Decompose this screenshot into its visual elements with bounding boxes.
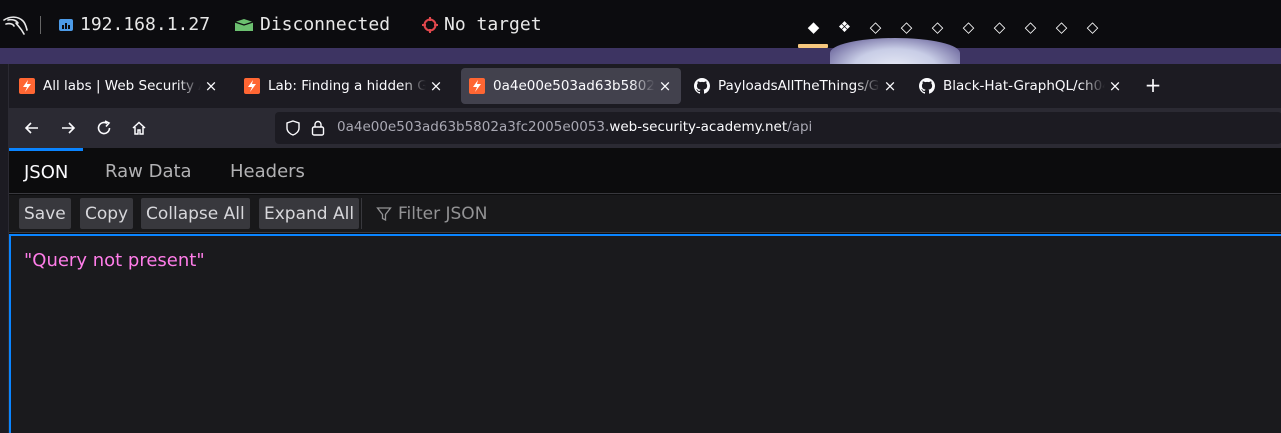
panel-separator <box>40 16 41 34</box>
github-icon <box>694 78 710 94</box>
tab-title: Black-Hat-GraphQL/ch04 <box>943 78 1105 94</box>
workspace-switcher: ◆ ❖ ◇ ◇ ◇ ◇ ◇ ◇ ◇ ◇ <box>798 12 1108 48</box>
tab-api-endpoint[interactable]: 0a4e00e503ad63b5802a3fc2005e0053 × <box>461 68 681 104</box>
github-icon <box>919 78 935 94</box>
tab-title: All labs | Web Security Academy <box>43 78 201 94</box>
top-panel: 192.168.1.27 Disconnected No target ◆ ❖ … <box>0 0 1281 48</box>
tab-title: Lab: Finding a hidden GraphQL endpoint <box>268 78 426 94</box>
tab-black-hat-graphql[interactable]: Black-Hat-GraphQL/ch04 × <box>911 68 1131 104</box>
expand-all-button[interactable]: Expand All <box>259 198 360 229</box>
close-icon[interactable]: × <box>657 77 673 95</box>
close-icon[interactable]: × <box>428 77 444 95</box>
kali-dragon-icon[interactable] <box>2 12 28 36</box>
copy-button[interactable]: Copy <box>80 198 134 229</box>
arrow-right-icon <box>62 122 76 134</box>
json-content: "Query not present" <box>9 234 1281 433</box>
home-icon <box>132 121 146 135</box>
close-icon[interactable]: × <box>882 77 898 95</box>
forward-button[interactable] <box>56 116 80 140</box>
url-subdomain: 0a4e00e503ad63b5802a3fc2005e0053. <box>337 119 610 135</box>
desktop-wallpaper <box>0 38 1281 68</box>
burp-icon <box>19 78 35 94</box>
tab-payloadsallthethings[interactable]: PayloadsAllTheThings/GraphQL Injection × <box>686 68 906 104</box>
tab-title: 0a4e00e503ad63b5802a3fc2005e0053 <box>493 78 655 94</box>
url-host: web-security-academy.net <box>609 119 788 135</box>
shield-icon[interactable] <box>285 120 301 136</box>
tab-strip: All labs | Web Security Academy × Lab: F… <box>9 64 1281 108</box>
browser-window: All labs | Web Security Academy × Lab: F… <box>8 64 1281 433</box>
home-button[interactable] <box>127 116 151 140</box>
network-icon <box>59 18 73 31</box>
reload-button[interactable] <box>92 116 116 140</box>
ip-widget[interactable]: 192.168.1.27 <box>58 14 210 35</box>
url-bar[interactable]: 0a4e00e503ad63b5802a3fc2005e0053.web-sec… <box>275 112 1281 155</box>
save-button[interactable]: Save <box>19 198 71 229</box>
workspace-8[interactable]: ◇ <box>1015 12 1046 42</box>
lock-icon[interactable] <box>311 120 325 136</box>
crosshair-icon <box>422 16 438 33</box>
target-status: No target <box>444 14 542 35</box>
filter-json-input[interactable]: Filter JSON <box>361 198 487 229</box>
collapse-all-button[interactable]: Collapse All <box>141 198 250 229</box>
close-icon[interactable]: × <box>1107 77 1123 95</box>
url-text[interactable]: 0a4e00e503ad63b5802a3fc2005e0053.web-sec… <box>337 119 812 135</box>
vpn-status: Disconnected <box>260 14 391 35</box>
tab-title: PayloadsAllTheThings/GraphQL Injection <box>718 78 880 94</box>
workspace-6[interactable]: ◇ <box>953 12 984 42</box>
vpn-widget[interactable]: Disconnected <box>234 14 390 35</box>
workspace-2[interactable]: ❖ <box>829 12 860 42</box>
back-button[interactable] <box>20 116 44 140</box>
workspace-10[interactable]: ◇ <box>1077 12 1108 42</box>
url-path: /api <box>787 119 813 135</box>
ip-address: 192.168.1.27 <box>80 14 211 35</box>
new-tab-button[interactable]: + <box>1141 74 1165 98</box>
json-viewer-tabs: JSON Raw Data Headers <box>9 148 1281 194</box>
tab-json[interactable]: JSON <box>9 148 84 194</box>
json-string-value[interactable]: "Query not present" <box>24 250 205 271</box>
navigation-bar: 0a4e00e503ad63b5802a3fc2005e0053.web-sec… <box>9 108 1281 155</box>
tab-lab-hidden-graphql[interactable]: Lab: Finding a hidden GraphQL endpoint × <box>236 68 452 104</box>
json-toolbar: Save Copy Collapse All Expand All Filter… <box>9 195 1281 233</box>
tab-raw-data[interactable]: Raw Data <box>90 148 207 194</box>
workspace-1[interactable]: ◆ <box>798 12 829 48</box>
burp-icon <box>469 78 485 94</box>
filter-icon <box>376 206 392 221</box>
json-viewer: JSON Raw Data Headers Save Copy Collapse… <box>9 148 1281 433</box>
reload-icon <box>97 120 111 135</box>
burp-icon <box>244 78 260 94</box>
filter-placeholder: Filter JSON <box>398 203 488 224</box>
workspace-7[interactable]: ◇ <box>984 12 1015 42</box>
tab-all-labs[interactable]: All labs | Web Security Academy × <box>11 68 227 104</box>
tab-headers[interactable]: Headers <box>215 148 320 194</box>
vpn-box-icon <box>234 18 254 31</box>
workspace-9[interactable]: ◇ <box>1046 12 1077 42</box>
arrow-left-icon <box>24 122 38 134</box>
target-widget[interactable]: No target <box>422 14 542 35</box>
workspace-5[interactable]: ◇ <box>922 12 953 42</box>
close-icon[interactable]: × <box>203 77 219 95</box>
